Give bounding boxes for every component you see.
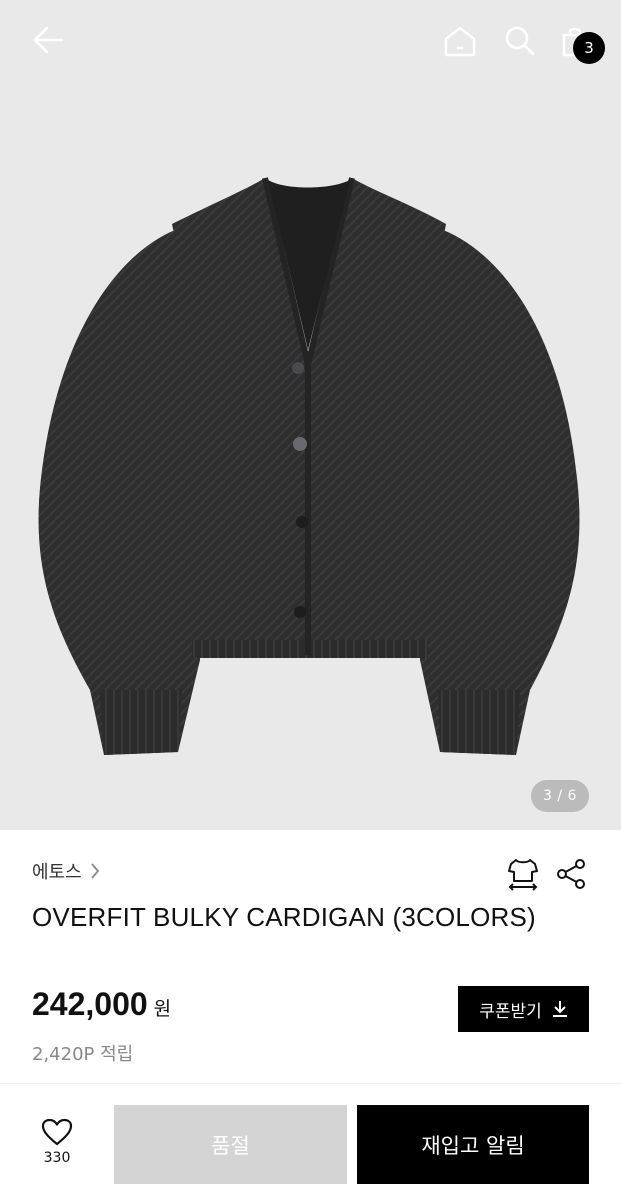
brand-name: 에토스 bbox=[32, 862, 82, 883]
coupon-label: 쿠폰받기 bbox=[479, 1001, 542, 1022]
chevron-right-icon bbox=[91, 863, 99, 879]
product-image bbox=[38, 177, 580, 755]
reward-points: 2,420P 적립 bbox=[32, 1044, 134, 1065]
home-button[interactable] bbox=[440, 22, 480, 60]
share-button[interactable] bbox=[550, 854, 592, 894]
search-button[interactable] bbox=[500, 22, 540, 60]
price-row: 242,000 원 bbox=[32, 986, 171, 1023]
like-count: 330 bbox=[43, 1150, 71, 1166]
download-icon bbox=[552, 1001, 567, 1017]
arrow-left-icon bbox=[33, 26, 64, 54]
back-button[interactable] bbox=[26, 22, 70, 58]
price-unit: 원 bbox=[153, 998, 172, 1020]
top-bar: 3 bbox=[0, 0, 621, 84]
brand-link[interactable]: 에토스 bbox=[32, 858, 100, 884]
product-title: OVERFIT BULKY CARDIGAN (3COLORS) bbox=[32, 902, 536, 932]
share-icon bbox=[557, 859, 585, 889]
soldout-button[interactable]: 품절 bbox=[114, 1105, 347, 1184]
product-price: 242,000 bbox=[32, 986, 148, 1022]
restock-alert-button[interactable]: 재입고 알림 bbox=[357, 1105, 589, 1184]
product-image-gallery[interactable] bbox=[0, 0, 621, 830]
size-fit-button[interactable] bbox=[502, 854, 544, 894]
image-counter: 3 / 6 bbox=[531, 780, 589, 812]
divider bbox=[0, 1083, 621, 1084]
cart-count-badge: 3 bbox=[573, 32, 605, 64]
like-button[interactable]: 330 bbox=[24, 1118, 90, 1178]
coupon-download-button[interactable]: 쿠폰받기 bbox=[458, 986, 589, 1032]
size-fit-icon bbox=[508, 859, 538, 891]
home-icon bbox=[444, 26, 476, 57]
heart-icon bbox=[41, 1118, 73, 1146]
search-icon bbox=[505, 26, 535, 56]
